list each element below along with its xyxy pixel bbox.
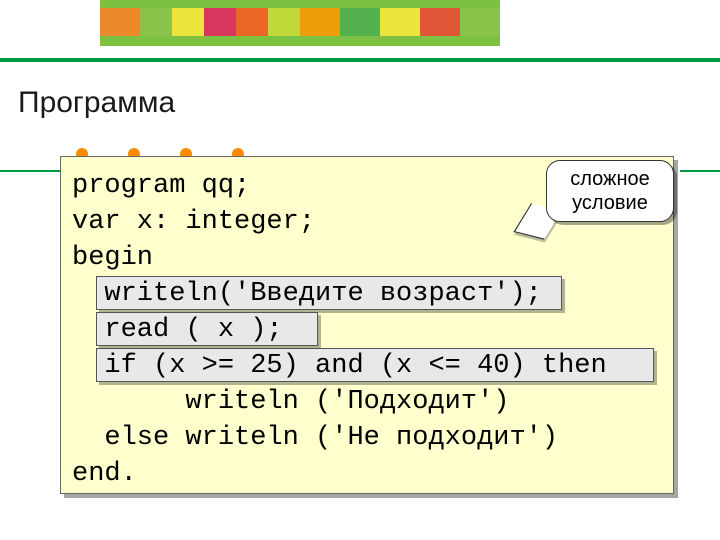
code-line: read ( x );	[72, 315, 283, 345]
code-line: else writeln ('Не подходит')	[72, 423, 558, 453]
code-line: begin	[72, 243, 153, 273]
decorative-banner	[100, 0, 500, 46]
callout-line2: условие	[572, 191, 648, 215]
code-line: if (x >= 25) and (x <= 40) then	[72, 351, 607, 381]
page-title: Программа	[18, 86, 175, 120]
mid-rule-right	[680, 170, 720, 172]
callout-line1: сложное	[570, 167, 649, 191]
code-line: var x: integer;	[72, 207, 315, 237]
code-line: end.	[72, 459, 137, 489]
mid-rule-left	[0, 170, 60, 172]
code-line: writeln('Введите возраст');	[72, 279, 542, 309]
code-line: writeln ('Подходит')	[72, 387, 509, 417]
callout-bubble: сложное условие	[546, 160, 674, 222]
header-rule	[0, 58, 720, 62]
code-line: program qq;	[72, 171, 250, 201]
banner-strip	[100, 8, 500, 36]
